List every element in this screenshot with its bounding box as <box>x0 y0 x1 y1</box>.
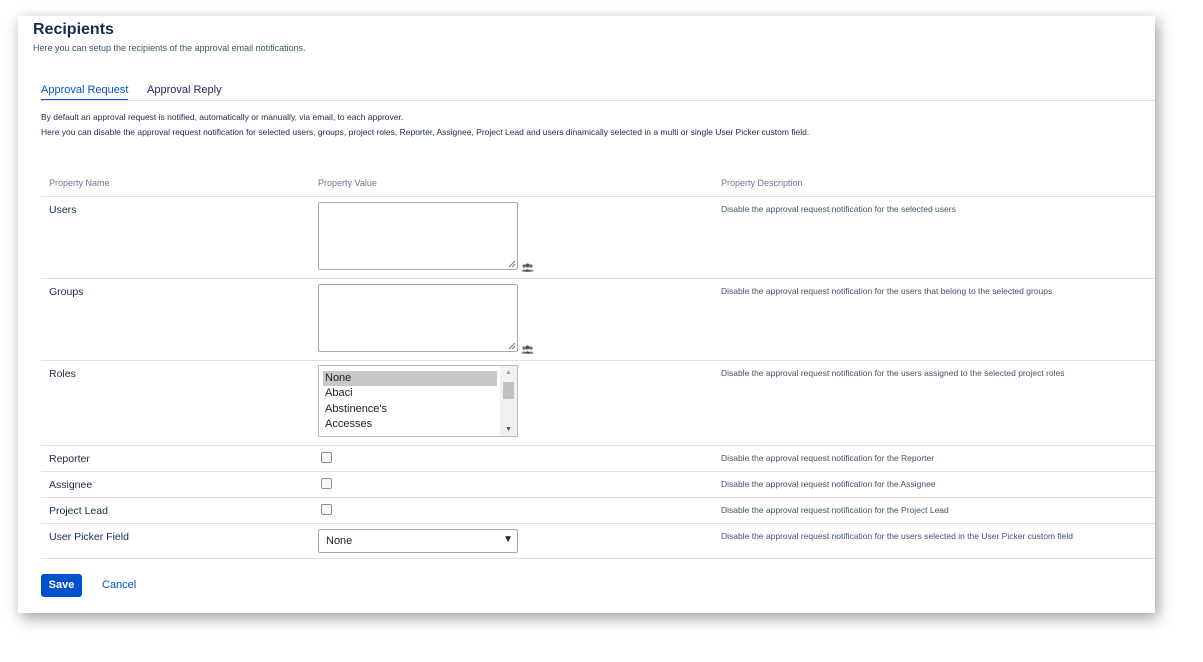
project-lead-checkbox[interactable] <box>321 504 332 515</box>
table-divider <box>41 497 1155 498</box>
row-desc-user-picker-field: Disable the approval request notificatio… <box>721 531 1073 541</box>
header-property-name: Property Name <box>49 178 110 188</box>
row-desc-assignee: Disable the approval request notificatio… <box>721 479 936 489</box>
reporter-checkbox[interactable] <box>321 452 332 463</box>
scroll-down-icon[interactable]: ▼ <box>500 423 517 436</box>
save-button[interactable]: Save <box>41 574 82 597</box>
group-picker-icon[interactable] <box>521 345 534 354</box>
row-desc-roles: Disable the approval request notificatio… <box>721 368 1065 378</box>
row-desc-groups: Disable the approval request notificatio… <box>721 286 1053 296</box>
select-value: None <box>326 535 353 547</box>
row-desc-project-lead: Disable the approval request notificatio… <box>721 505 949 515</box>
row-desc-users: Disable the approval request notificatio… <box>721 204 956 214</box>
description-line-1: By default an approval request is notifi… <box>41 112 404 122</box>
row-name-users: Users <box>49 204 77 216</box>
header-property-value: Property Value <box>318 178 377 188</box>
table-divider <box>41 558 1155 559</box>
tab-divider <box>41 100 1155 101</box>
roles-listbox[interactable]: None Abaci Abstinence's Accesses ▲ ▼ <box>318 365 518 437</box>
roles-option[interactable]: Abaci <box>323 386 497 401</box>
scroll-thumb[interactable] <box>503 382 514 399</box>
table-divider <box>41 278 1155 279</box>
scroll-up-icon[interactable]: ▲ <box>500 366 517 379</box>
resize-handle-icon[interactable] <box>508 260 516 268</box>
assignee-checkbox[interactable] <box>321 478 332 489</box>
row-desc-reporter: Disable the approval request notificatio… <box>721 453 935 463</box>
row-name-groups: Groups <box>49 286 84 298</box>
row-name-assignee: Assignee <box>49 479 93 491</box>
users-textarea[interactable] <box>318 202 518 270</box>
roles-option[interactable]: Abstinence's <box>323 402 497 417</box>
table-divider <box>41 196 1155 197</box>
row-name-reporter: Reporter <box>49 453 90 465</box>
row-name-user-picker-field: User Picker Field <box>49 531 129 543</box>
user-picker-icon[interactable] <box>521 263 534 272</box>
recipients-panel: Recipients Here you can setup the recipi… <box>18 16 1155 613</box>
table-divider <box>41 471 1155 472</box>
roles-option[interactable]: None <box>323 371 497 386</box>
tab-approval-reply[interactable]: Approval Reply <box>147 84 222 96</box>
cancel-link[interactable]: Cancel <box>102 579 136 591</box>
description-line-2: Here you can disable the approval reques… <box>41 127 810 137</box>
table-divider <box>41 445 1155 446</box>
tab-approval-request[interactable]: Approval Request <box>41 84 129 101</box>
tab-bar: Approval Request Approval Reply <box>41 84 1155 101</box>
table-divider <box>41 523 1155 524</box>
page-title: Recipients <box>33 21 114 38</box>
user-picker-field-select[interactable]: None ▼ <box>318 529 518 553</box>
header-property-description: Property Description <box>721 178 803 188</box>
roles-option[interactable]: Accesses <box>323 417 497 432</box>
page-subtitle: Here you can setup the recipients of the… <box>33 43 306 53</box>
dropdown-arrow-icon: ▼ <box>503 534 513 545</box>
roles-scrollbar[interactable]: ▲ ▼ <box>500 366 517 436</box>
resize-handle-icon[interactable] <box>508 342 516 350</box>
row-name-roles: Roles <box>49 368 76 380</box>
row-name-project-lead: Project Lead <box>49 505 108 517</box>
groups-textarea[interactable] <box>318 284 518 352</box>
table-divider <box>41 360 1155 361</box>
